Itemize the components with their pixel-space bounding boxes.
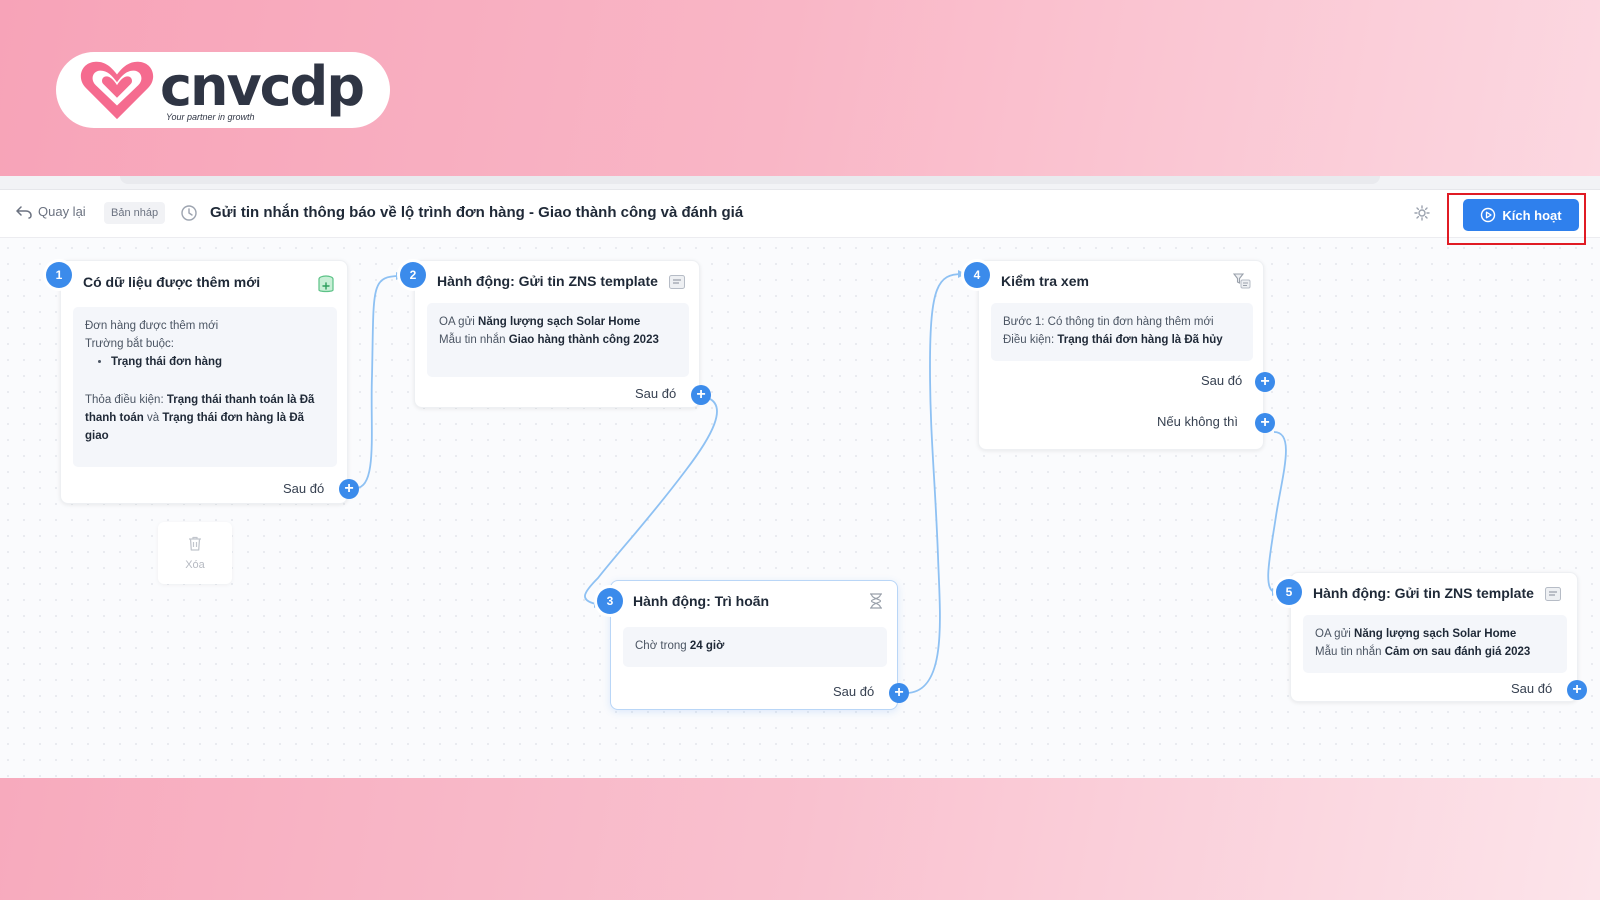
step-number-5: 5: [1276, 579, 1302, 605]
add-step-button[interactable]: +: [339, 479, 359, 499]
back-button[interactable]: Quay lại: [16, 204, 86, 219]
hourglass-icon: [870, 593, 882, 609]
step-card-5[interactable]: Hành động: Gửi tin ZNS template OA gửi N…: [1290, 572, 1587, 702]
step-card-1[interactable]: Có dữ liệu được thêm mới Đơn hàng được t…: [60, 260, 359, 504]
message-template-icon: [1545, 587, 1561, 601]
next-label: Sau đó: [833, 684, 875, 699]
message-template-icon: [669, 275, 685, 289]
condition-text: Thỏa điều kiện: Trạng thái thanh toán là…: [85, 394, 315, 442]
delete-button[interactable]: Xóa: [158, 522, 232, 584]
step-title: Hành động: Gửi tin ZNS template: [437, 273, 658, 289]
play-circle-icon: [1481, 207, 1496, 223]
required-label: Trường bắt buộc:: [85, 338, 174, 350]
connector-1-2: [355, 275, 401, 489]
undo-arrow-icon: [16, 205, 32, 219]
activate-button[interactable]: Kích hoạt: [1463, 199, 1579, 231]
next-label: Sau đó: [1201, 373, 1243, 388]
step-details: Đơn hàng được thêm mới Trường bắt buộc: …: [73, 307, 337, 467]
trigger-line: Đơn hàng được thêm mới: [85, 320, 219, 332]
browser-strip: [0, 176, 1600, 190]
step-number-3: 3: [597, 588, 623, 614]
activate-label: Kích hoạt: [1502, 207, 1562, 223]
logo-wordmark: cnvcdp: [160, 55, 365, 118]
connector-3-4: [905, 273, 963, 694]
next-label: Sau đó: [1511, 681, 1553, 696]
add-step-button[interactable]: +: [691, 385, 711, 405]
step-details: OA gửi Năng lượng sạch Solar Home Mẫu ti…: [1303, 615, 1567, 673]
oa-line: OA gửi Năng lượng sạch Solar Home: [1315, 628, 1517, 640]
add-step-button[interactable]: +: [1255, 372, 1275, 392]
check-step-line: Bước 1: Có thông tin đơn hàng thêm mới: [1003, 316, 1214, 328]
step-details: OA gửi Năng lượng sạch Solar Home Mẫu ti…: [427, 303, 689, 377]
logo-tagline: Your partner in growth: [166, 112, 255, 122]
back-label: Quay lại: [38, 204, 86, 219]
step-title: Kiểm tra xem: [1001, 273, 1089, 289]
step-details: Chờ trong 24 giờ: [623, 627, 887, 667]
database-add-icon: [318, 275, 334, 293]
connector-4-5: [1267, 431, 1287, 593]
next-label: Sau đó: [635, 386, 677, 401]
page-title[interactable]: Gửi tin nhắn thông báo về lộ trình đơn h…: [210, 204, 743, 221]
bottom-band: [0, 778, 1600, 900]
template-line: Mẫu tin nhắn Cảm ơn sau đánh giá 2023: [1315, 646, 1531, 658]
else-label: Nếu không thì: [1157, 414, 1238, 429]
editor-toolbar: Quay lại Bản nháp Gửi tin nhắn thông báo…: [0, 190, 1600, 245]
delete-label: Xóa: [185, 558, 205, 571]
add-step-button[interactable]: +: [1567, 680, 1587, 700]
step-title: Hành động: Trì hoãn: [633, 593, 770, 609]
required-field: Trạng thái đơn hàng: [111, 353, 325, 371]
add-else-step-button[interactable]: +: [1255, 413, 1275, 433]
oa-line: OA gửi Năng lượng sạch Solar Home: [439, 316, 641, 328]
trash-icon: [189, 536, 201, 551]
status-badge: Bản nháp: [104, 202, 166, 224]
brand-logo: cnvcdp Your partner in growth: [56, 52, 390, 128]
filter-check-icon: [1233, 273, 1251, 289]
condition-text: Điều kiện: Trạng thái đơn hàng là Đã hủy: [1003, 334, 1223, 346]
clock-icon[interactable]: [180, 204, 198, 222]
automation-editor: Quay lại Bản nháp Gửi tin nhắn thông báo…: [0, 176, 1600, 778]
step-card-4[interactable]: Kiểm tra xem Bước 1: Có thông tin đơn hà…: [978, 260, 1275, 450]
heart-logo-icon: [80, 61, 154, 120]
gear-icon[interactable]: [1414, 205, 1430, 221]
step-card-2[interactable]: Hành động: Gửi tin ZNS template OA gửi N…: [414, 260, 711, 408]
add-step-button[interactable]: +: [889, 683, 909, 703]
connector-2-3: [584, 397, 718, 605]
step-card-3[interactable]: Hành động: Trì hoãn Chờ trong 24 giờ Sau…: [610, 580, 909, 710]
template-line: Mẫu tin nhắn Giao hàng thành công 2023: [439, 334, 659, 346]
step-number-1: 1: [46, 262, 72, 288]
step-number-2: 2: [400, 262, 426, 288]
step-title: Hành động: Gửi tin ZNS template: [1313, 585, 1534, 601]
step-details: Bước 1: Có thông tin đơn hàng thêm mới Đ…: [991, 303, 1253, 361]
step-title: Có dữ liệu được thêm mới: [83, 274, 261, 290]
step-number-4: 4: [964, 262, 990, 288]
next-label: Sau đó: [283, 481, 325, 496]
